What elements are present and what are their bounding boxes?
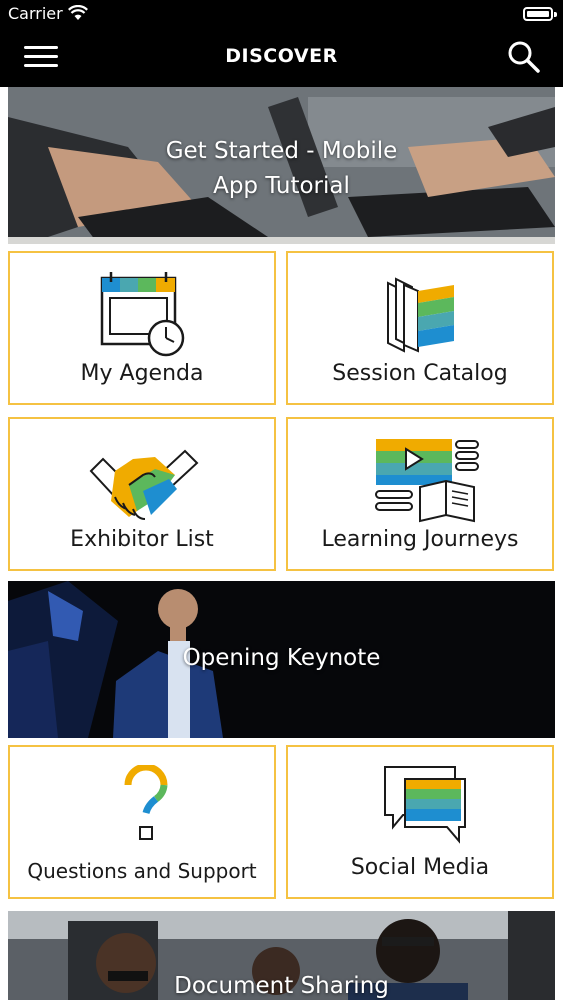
carrier-label: Carrier bbox=[8, 4, 63, 23]
calendar-clock-icon bbox=[100, 272, 185, 357]
book-icon bbox=[387, 277, 454, 353]
social-media-label: Social Media bbox=[350, 855, 490, 880]
tutorial-banner-line2: App Tutorial bbox=[213, 173, 350, 199]
learning-journeys-label: Learning Journeys bbox=[321, 527, 519, 552]
nav-bar: DISCOVER bbox=[0, 28, 563, 87]
exhibitor-list-tile[interactable]: Exhibitor List bbox=[8, 417, 276, 571]
battery-icon bbox=[523, 7, 557, 21]
chat-bubbles-icon bbox=[384, 766, 466, 844]
search-icon[interactable] bbox=[507, 40, 541, 74]
questions-support-label: Questions and Support bbox=[27, 859, 257, 883]
session-catalog-tile[interactable]: Session Catalog bbox=[286, 251, 554, 405]
page-title: DISCOVER bbox=[225, 45, 338, 67]
question-mark-icon bbox=[124, 765, 168, 840]
questions-support-tile[interactable]: Questions and Support bbox=[8, 745, 276, 899]
social-media-tile[interactable]: Social Media bbox=[286, 745, 554, 899]
video-book-icon bbox=[375, 439, 479, 523]
document-sharing-label: Document Sharing bbox=[174, 973, 389, 999]
document-sharing-banner[interactable]: Document Sharing bbox=[8, 911, 555, 1000]
session-catalog-label: Session Catalog bbox=[332, 361, 508, 386]
tutorial-banner-line1: Get Started - Mobile bbox=[165, 138, 398, 164]
wifi-icon bbox=[68, 5, 88, 20]
learning-journeys-tile[interactable]: Learning Journeys bbox=[286, 417, 554, 571]
my-agenda-tile[interactable]: My Agenda bbox=[8, 251, 276, 405]
tutorial-banner[interactable]: Get Started - Mobile App Tutorial bbox=[8, 87, 555, 244]
handshake-icon bbox=[89, 449, 199, 520]
keynote-banner-label: Opening Keynote bbox=[182, 645, 381, 671]
keynote-banner[interactable]: Opening Keynote bbox=[8, 581, 555, 738]
exhibitor-list-label: Exhibitor List bbox=[70, 527, 214, 552]
status-bar: Carrier bbox=[0, 0, 563, 28]
my-agenda-label: My Agenda bbox=[80, 361, 204, 386]
